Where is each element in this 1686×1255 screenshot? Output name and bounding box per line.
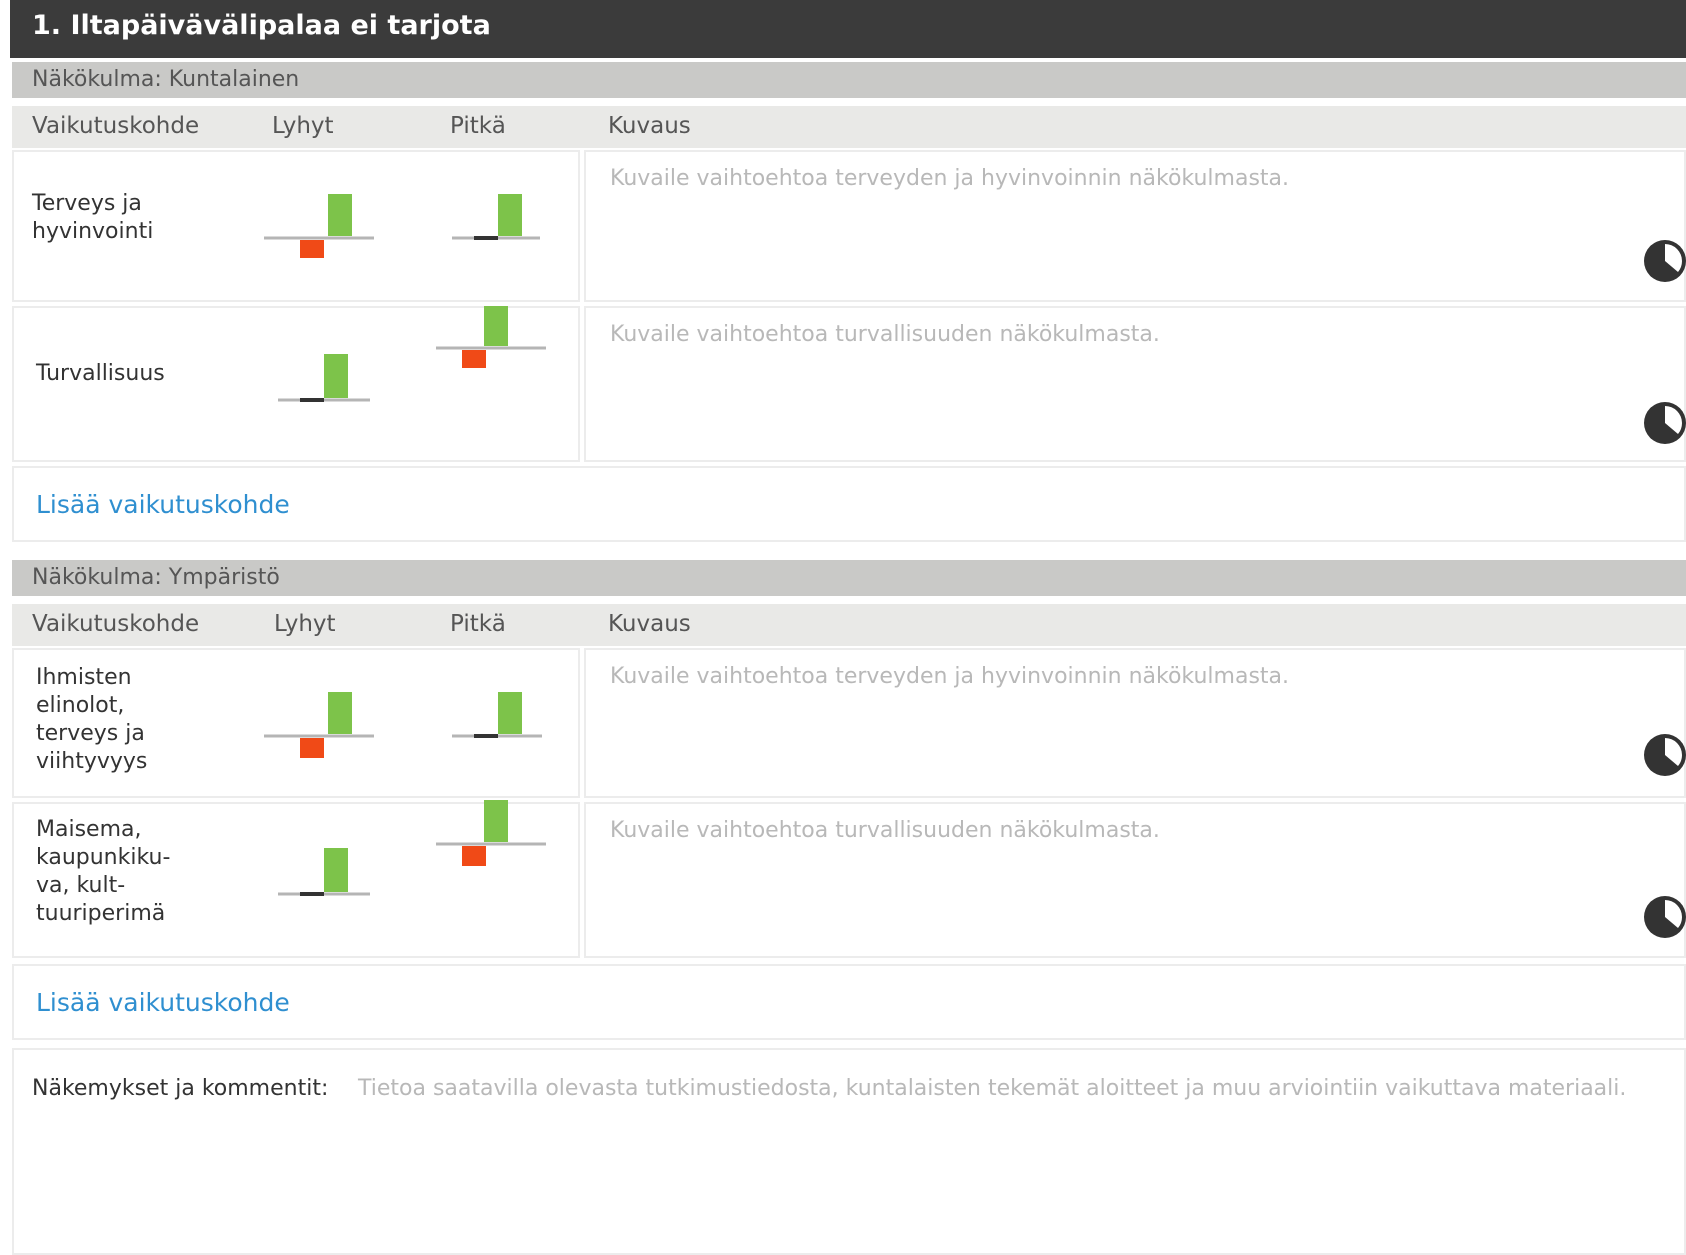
pie-chart-icon[interactable] <box>1642 400 1686 446</box>
positive-bar <box>484 306 508 346</box>
positive-bar <box>498 692 522 734</box>
description-field[interactable]: Kuvaile vaihtoehtoa turvallisuuden näkök… <box>584 306 1686 462</box>
add-impact-row: Lisää vaikutuskohde <box>12 964 1686 1040</box>
add-impact-row: Lisää vaikutuskohde <box>12 466 1686 542</box>
pie-chart-icon[interactable] <box>1642 732 1686 778</box>
add-impact-target-link[interactable]: Lisää vaikutuskohde <box>36 988 290 1017</box>
perspective-header-citizen: Näkökulma: Kuntalainen <box>12 62 1686 98</box>
positive-bar <box>324 354 348 398</box>
positive-bar <box>328 692 352 734</box>
perspective-header-environment: Näkökulma: Ympäristö <box>12 560 1686 596</box>
pie-chart-icon[interactable] <box>1642 238 1686 284</box>
add-impact-target-link[interactable]: Lisää vaikutuskohde <box>36 490 290 519</box>
positive-bar <box>328 194 352 236</box>
impact-row-health: Terveys ja hyvinvointi <box>12 150 580 302</box>
column-header-target: Vaikutuskohde <box>32 611 200 637</box>
description-field[interactable]: Kuvaile vaihtoehtoa turvallisuuden näkök… <box>584 802 1686 958</box>
long-term-impact-graph[interactable] <box>434 798 554 878</box>
positive-bar <box>324 848 348 892</box>
comments-field[interactable]: Näkemykset ja kommentit: Tietoa saatavil… <box>12 1048 1686 1255</box>
description-placeholder: Kuvaile vaihtoehtoa terveyden ja hyvinvo… <box>610 664 1290 689</box>
short-term-impact-graph[interactable] <box>276 348 396 428</box>
negative-bar <box>300 738 324 758</box>
column-header-long: Pitkä <box>450 113 506 139</box>
column-headers: Vaikutuskohde Lyhyt Pitkä Kuvaus <box>12 604 1686 646</box>
column-header-short: Lyhyt <box>272 113 334 139</box>
positive-bar <box>484 800 508 842</box>
long-term-impact-graph[interactable] <box>434 302 554 382</box>
description-placeholder: Kuvaile vaihtoehtoa terveyden ja hyvinvo… <box>610 166 1290 191</box>
short-term-impact-graph[interactable] <box>262 688 382 768</box>
column-header-description: Kuvaus <box>608 113 691 139</box>
description-placeholder: Kuvaile vaihtoehtoa turvallisuuden näkök… <box>610 322 1160 347</box>
impact-row-landscape: Maisema, kaupunkiku-va, kult-tuuriperimä <box>12 800 580 958</box>
short-term-impact-graph[interactable] <box>276 842 396 922</box>
negative-bar <box>462 846 486 866</box>
alternative-title: 1. Iltapäivävälipalaa ei tarjota <box>10 0 1686 58</box>
long-term-impact-graph[interactable] <box>450 688 570 768</box>
short-term-impact-graph[interactable] <box>262 190 382 270</box>
positive-bar <box>498 194 522 236</box>
impact-target-label: Ihmisten elinolot, terveys ja viihtyvyys <box>36 665 148 774</box>
column-header-short: Lyhyt <box>274 611 336 637</box>
comments-placeholder: Tietoa saatavilla olevasta tutkimustiedo… <box>358 1076 1627 1101</box>
impact-row-safety: Turvallisuus <box>12 306 580 462</box>
column-header-long: Pitkä <box>450 611 506 637</box>
negative-bar <box>462 350 486 368</box>
comments-label: Näkemykset ja kommentit: <box>32 1076 329 1101</box>
description-field[interactable]: Kuvaile vaihtoehtoa terveyden ja hyvinvo… <box>584 648 1686 798</box>
negative-bar <box>300 240 324 258</box>
long-term-impact-graph[interactable] <box>450 190 570 270</box>
impact-row-living-conditions: Ihmisten elinolot, terveys ja viihtyvyys <box>12 648 580 798</box>
column-header-target: Vaikutuskohde <box>32 113 200 139</box>
pie-chart-icon[interactable] <box>1642 894 1686 940</box>
impact-target-label: Turvallisuus <box>36 361 165 386</box>
column-header-description: Kuvaus <box>608 611 691 637</box>
impact-target-label: Terveys ja hyvinvointi <box>32 191 154 244</box>
description-placeholder: Kuvaile vaihtoehtoa turvallisuuden näkök… <box>610 818 1160 843</box>
impact-target-label: Maisema, kaupunkiku-va, kult-tuuriperimä <box>36 817 171 926</box>
impact-assessment-panel: 1. Iltapäivävälipalaa ei tarjota Näkökul… <box>0 0 1686 1255</box>
column-headers: Vaikutuskohde Lyhyt Pitkä Kuvaus <box>12 106 1686 148</box>
description-field[interactable]: Kuvaile vaihtoehtoa terveyden ja hyvinvo… <box>584 150 1686 302</box>
